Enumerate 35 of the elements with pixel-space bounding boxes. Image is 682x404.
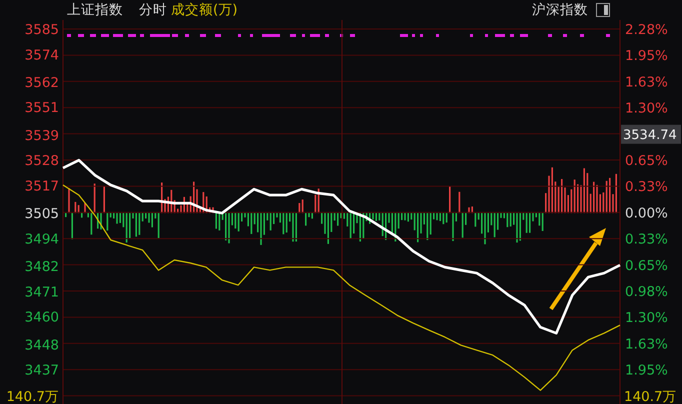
axis-label: 3494 xyxy=(24,231,59,248)
axis-label: 3482 xyxy=(24,259,59,276)
axis-label: 3551 xyxy=(24,100,59,116)
volume-scale-label: 140.7万 xyxy=(6,388,59,404)
percent-label: 1.63% xyxy=(625,74,668,90)
percent-label: 1.30% xyxy=(625,100,668,117)
percent-label: 1.30% xyxy=(625,310,668,326)
percent-label: 1.63% xyxy=(625,336,668,352)
axis-label: 3585 xyxy=(24,22,59,38)
index-name: 上证指数 xyxy=(67,1,123,20)
axis-label: 3562 xyxy=(24,74,59,91)
percent-label: 0.98% xyxy=(625,284,668,300)
percent-label: 0.65% xyxy=(625,153,668,169)
axis-label: 3517 xyxy=(24,178,59,194)
axis-label: 3460 xyxy=(24,310,59,326)
axis-label: 3471 xyxy=(24,284,59,300)
percent-label: 0.65% xyxy=(625,258,668,274)
current-price-tag: 3534.74 xyxy=(621,124,681,144)
percent-label: 1.95% xyxy=(625,48,668,64)
axis-label: 3528 xyxy=(24,153,59,170)
percent-label: 0.33% xyxy=(625,232,668,248)
axis-label: 3574 xyxy=(24,47,59,64)
mode-label[interactable]: 分时 xyxy=(139,0,167,20)
indicator-label[interactable]: 成交额(万) xyxy=(171,0,238,20)
percent-label: 0.33% xyxy=(625,179,668,196)
toggle-icon[interactable] xyxy=(596,3,610,17)
percent-label: 0.00% xyxy=(625,205,668,222)
percent-label: 2.28% xyxy=(625,22,668,38)
volume-scale-label: 140.7万 xyxy=(624,388,677,404)
market-label[interactable]: 沪深指数 xyxy=(532,0,588,20)
axis-label: 3505 xyxy=(24,206,59,222)
axis-label: 3539 xyxy=(24,128,59,144)
percent-label: 1.95% xyxy=(625,362,668,379)
axis-label: 3448 xyxy=(24,337,59,354)
axis-label: 3437 xyxy=(24,362,59,379)
